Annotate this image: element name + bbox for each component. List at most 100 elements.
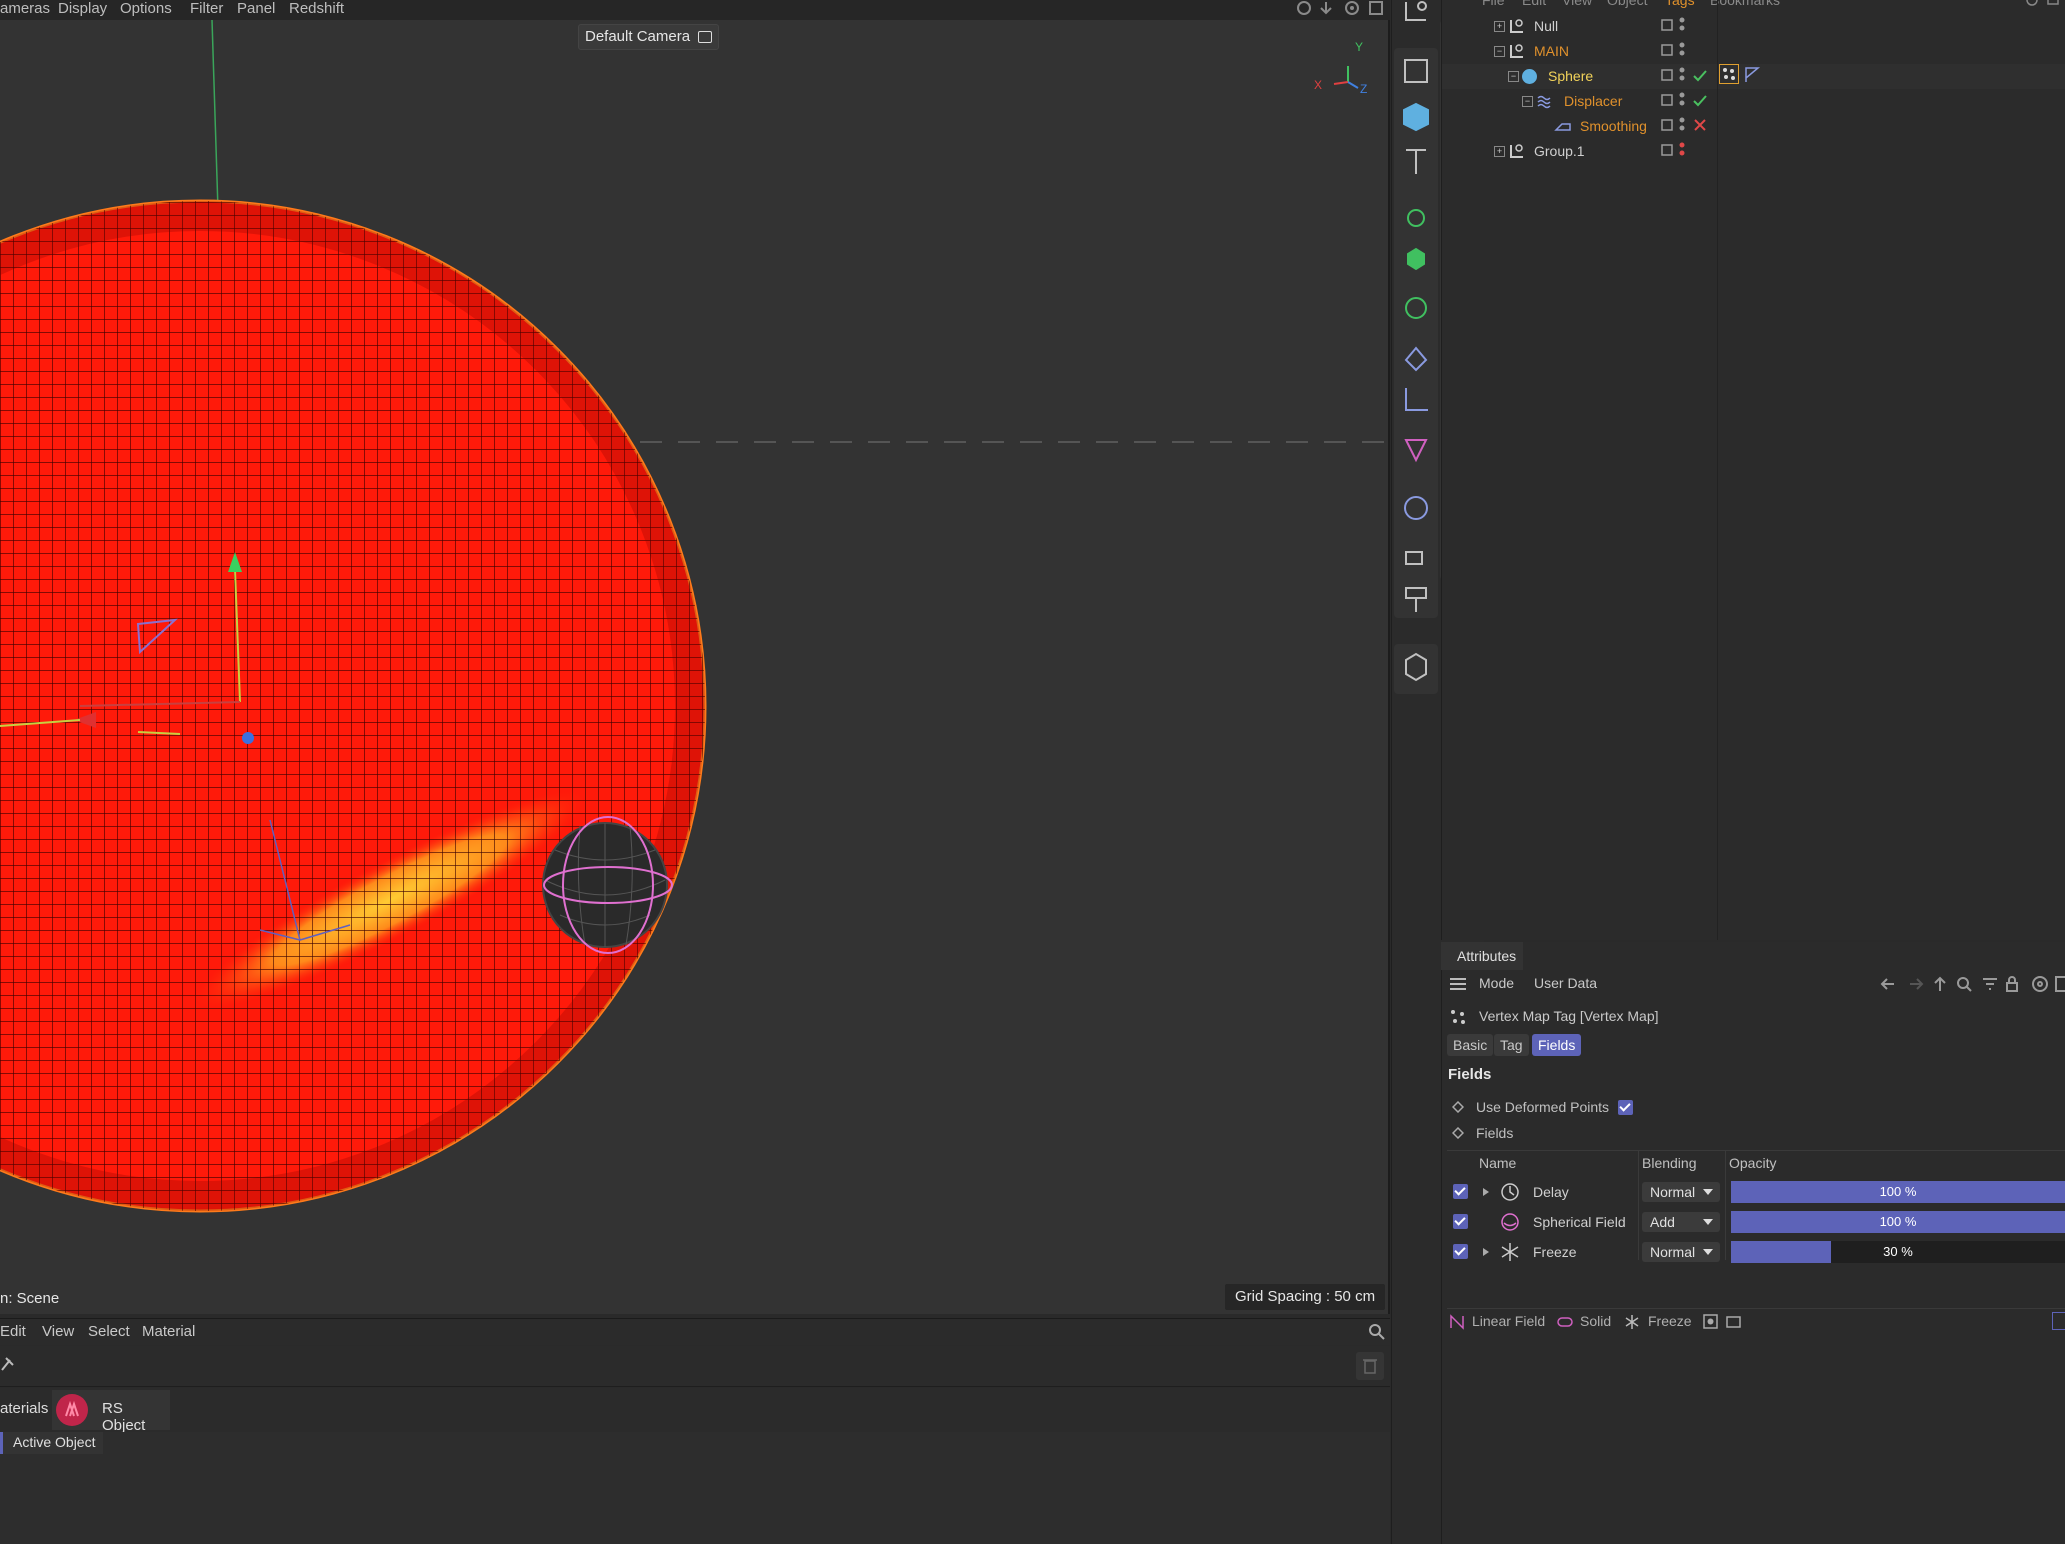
- om-object-name: MAIN: [1534, 43, 1569, 59]
- object-manager: File Edit View Object Tags Bookmarks + N…: [1441, 0, 2065, 940]
- camera-icon: [698, 31, 713, 44]
- om-menu-file[interactable]: File: [1482, 0, 1505, 8]
- mat-menu-view[interactable]: View: [42, 1323, 74, 1340]
- blending-dropdown[interactable]: Normal: [1642, 1242, 1720, 1262]
- field-name: Delay: [1533, 1184, 1569, 1200]
- pin-icon[interactable]: [0, 1356, 14, 1374]
- mode-menu[interactable]: Mode: [1479, 975, 1514, 991]
- add-solid-button[interactable]: Solid: [1580, 1313, 1611, 1329]
- blending-dropdown[interactable]: Add: [1642, 1212, 1720, 1232]
- vertex-map-tag-icon[interactable]: [1719, 64, 1739, 84]
- viewport[interactable]: Y X Z: [0, 20, 1390, 1314]
- keyframe-diamond-icon[interactable]: [1452, 1127, 1464, 1139]
- mat-menu-edit[interactable]: Edit: [0, 1323, 26, 1340]
- mat-menu-select[interactable]: Select: [88, 1323, 130, 1340]
- opacity-slider[interactable]: 100 %: [1731, 1211, 2065, 1233]
- mat-menu-material[interactable]: Material: [142, 1323, 195, 1340]
- table-divider: [1447, 1150, 2065, 1151]
- om-search-icons[interactable]: [2024, 0, 2064, 10]
- use-deformed-points-label: Use Deformed Points: [1476, 1099, 1610, 1115]
- filter-active-object[interactable]: Active Object: [0, 1432, 103, 1454]
- search-icon[interactable]: [1368, 1323, 1386, 1341]
- field-enabled-checkbox[interactable]: [1453, 1214, 1468, 1229]
- opacity-slider[interactable]: 100 %: [1731, 1181, 2065, 1203]
- tab-rs-object-label: RS Object: [102, 1400, 146, 1434]
- field-name: Freeze: [1533, 1244, 1577, 1260]
- om-menu-view[interactable]: View: [1562, 0, 1592, 8]
- opacity-slider[interactable]: 30 %: [1731, 1241, 2065, 1263]
- tab-rs-object[interactable]: RS Object: [52, 1390, 170, 1434]
- tab-basic[interactable]: Basic: [1447, 1034, 1494, 1056]
- axis-indicator: [1333, 66, 1359, 89]
- menu-options[interactable]: Options: [120, 0, 172, 17]
- vertex-map-tag-icon: [1451, 1010, 1465, 1024]
- expand-arrow-icon[interactable]: [1483, 1248, 1489, 1256]
- viewport-nav-icons[interactable]: [1290, 0, 1386, 16]
- add-linear-field-button[interactable]: Linear Field: [1472, 1313, 1545, 1329]
- redshift-icon: [56, 1394, 88, 1426]
- attributes-object-title: Vertex Map Tag [Vertex Map]: [1479, 1008, 1659, 1024]
- sphere-object[interactable]: [0, 199, 710, 1220]
- linear-field-icon: [1450, 1314, 1464, 1330]
- field-enabled-checkbox[interactable]: [1453, 1184, 1468, 1199]
- menu-display[interactable]: Display: [58, 0, 107, 17]
- menu-filter[interactable]: Filter: [190, 0, 223, 17]
- null-icon: [1510, 144, 1523, 158]
- om-object-name: Null: [1534, 18, 1559, 34]
- freeze-icon: [1501, 1243, 1519, 1261]
- smoothing-icon: [1554, 123, 1571, 131]
- grid-spacing-label: Grid Spacing : 50 cm: [1225, 1284, 1386, 1310]
- viewport-menubar: ameras Display Options Filter Panel Reds…: [0, 0, 1390, 20]
- table-resize-handle[interactable]: [1447, 1308, 2065, 1309]
- layer-icons[interactable]: [1703, 1314, 1743, 1330]
- add-freeze-button[interactable]: Freeze: [1648, 1313, 1692, 1329]
- om-object-name: Displacer: [1564, 93, 1623, 109]
- om-menu-bookmarks[interactable]: Bookmarks: [1710, 0, 1780, 8]
- om-menu-tags[interactable]: Tags: [1665, 0, 1695, 8]
- menu-panel[interactable]: Panel: [237, 0, 275, 17]
- om-menu-edit[interactable]: Edit: [1522, 0, 1546, 8]
- menu-cameras[interactable]: ameras: [0, 0, 50, 17]
- fields-label: Fields: [1476, 1125, 1514, 1141]
- section-title: Fields: [1448, 1066, 1492, 1083]
- tab-fields[interactable]: Fields: [1532, 1034, 1582, 1056]
- column-opacity[interactable]: Opacity: [1729, 1155, 1776, 1171]
- attributes-tab[interactable]: Attributes: [1441, 942, 1523, 970]
- om-object-name: Group.1: [1534, 143, 1585, 159]
- folder-button[interactable]: [2052, 1312, 2065, 1330]
- use-deformed-points-checkbox[interactable]: [1618, 1100, 1633, 1115]
- om-object-name: Sphere: [1548, 68, 1594, 84]
- expand-arrow-icon[interactable]: [1483, 1188, 1489, 1196]
- blending-dropdown[interactable]: Normal: [1642, 1182, 1720, 1202]
- camera-selector[interactable]: Default Camera: [578, 24, 720, 50]
- column-blending[interactable]: Blending: [1642, 1155, 1697, 1171]
- selection-tag-icon[interactable]: [1744, 66, 1762, 84]
- opacity-value: 100 %: [1879, 1214, 1917, 1229]
- attributes-tab-label: Attributes: [1457, 948, 1517, 964]
- scene-label: n: Scene: [0, 1290, 60, 1307]
- user-data-menu[interactable]: User Data: [1534, 975, 1597, 991]
- spherical-field-icon: [1501, 1213, 1519, 1231]
- tab-materials[interactable]: aterials: [0, 1400, 48, 1417]
- menu-redshift[interactable]: Redshift: [289, 0, 344, 17]
- delay-icon: [1501, 1183, 1519, 1201]
- attributes-nav-icons[interactable]: [1880, 975, 2065, 993]
- om-status-icons[interactable]: [1660, 14, 1780, 164]
- hamburger-icon[interactable]: [1449, 977, 1467, 991]
- keyframe-diamond-icon[interactable]: [1452, 1101, 1464, 1113]
- field-name: Spherical Field: [1533, 1214, 1626, 1230]
- trash-icon: [1363, 1359, 1377, 1374]
- sphere-icon: [1522, 69, 1537, 84]
- collapse-icon[interactable]: −: [1522, 96, 1533, 107]
- camera-label: Default Camera: [585, 28, 691, 45]
- expand-icon[interactable]: +: [1494, 21, 1505, 32]
- field-enabled-checkbox[interactable]: [1453, 1244, 1468, 1259]
- delete-button[interactable]: [1356, 1352, 1384, 1380]
- column-name[interactable]: Name: [1479, 1155, 1516, 1171]
- om-menu-object[interactable]: Object: [1607, 0, 1647, 8]
- viewport-canvas[interactable]: [0, 20, 1388, 1314]
- tab-tag[interactable]: Tag: [1494, 1034, 1529, 1056]
- collapse-icon[interactable]: −: [1494, 46, 1505, 57]
- collapse-icon[interactable]: −: [1508, 71, 1519, 82]
- expand-icon[interactable]: +: [1494, 146, 1505, 157]
